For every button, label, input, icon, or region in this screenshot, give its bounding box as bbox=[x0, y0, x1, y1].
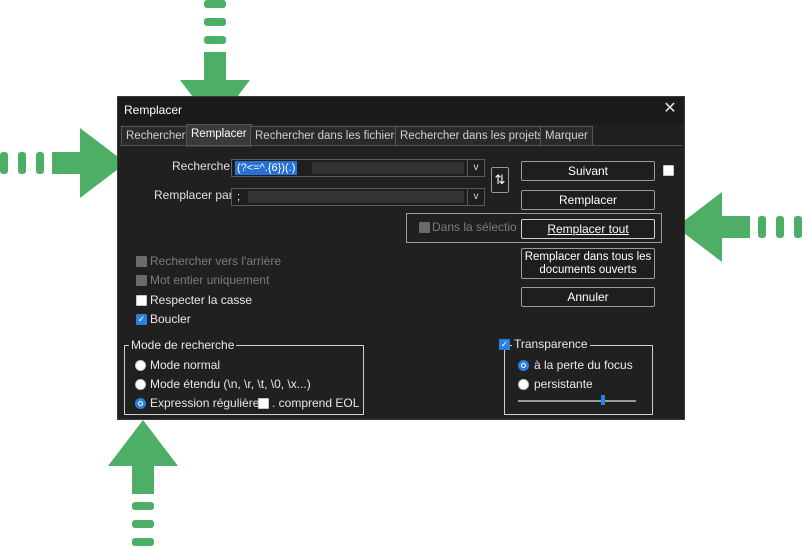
wrap-checkbox[interactable]: ✓ bbox=[136, 314, 147, 325]
transparency-focus-label: à la perte du focus bbox=[534, 358, 633, 372]
search-field-fill bbox=[312, 162, 464, 174]
transparency-slider-track[interactable] bbox=[518, 400, 636, 402]
arrow-top-shaft bbox=[204, 52, 226, 82]
tab-rechercher-projets[interactable]: Rechercher dans les projets bbox=[395, 126, 549, 146]
in-selection-label: Dans la sélectio bbox=[432, 220, 517, 234]
backward-checkbox[interactable] bbox=[136, 256, 147, 267]
arrow-top-dash-1 bbox=[204, 0, 226, 8]
arrow-top-dash-3 bbox=[204, 36, 226, 44]
arrow-bottom-dash-2 bbox=[132, 520, 154, 528]
arrow-right-dash-3 bbox=[794, 216, 802, 238]
transparency-title: Transparence bbox=[512, 337, 590, 351]
arrow-bottom-shaft bbox=[132, 464, 154, 494]
tab-marquer[interactable]: Marquer bbox=[540, 126, 593, 146]
search-mode-title: Mode de recherche bbox=[129, 338, 237, 352]
mode-regex-label: Expression régulière bbox=[150, 396, 260, 410]
backward-label: Rechercher vers l'arrière bbox=[150, 254, 281, 268]
replace-all-docs-button[interactable]: Remplacer dans tous les documents ouvert… bbox=[521, 248, 655, 279]
search-value: (?<=^.{6})(.) bbox=[235, 161, 298, 175]
title-bar[interactable]: Remplacer ✕ bbox=[118, 97, 684, 124]
next-option-checkbox[interactable] bbox=[663, 165, 674, 176]
replace-all-button[interactable]: Remplacer tout bbox=[521, 219, 655, 239]
swap-icon[interactable]: ⇅ bbox=[491, 167, 509, 193]
replace-field[interactable]: ; v bbox=[231, 188, 485, 206]
transparency-always-label: persistante bbox=[534, 377, 593, 391]
transparency-focus-radio[interactable] bbox=[518, 360, 529, 371]
dot-newline-label: . comprend EOL bbox=[272, 396, 360, 410]
tab-rechercher-fichiers[interactable]: Rechercher dans les fichiers bbox=[250, 126, 406, 146]
search-field[interactable]: (?<=^.{6})(.) v bbox=[231, 159, 485, 177]
mode-normal-radio[interactable] bbox=[135, 360, 146, 371]
mode-extended-label: Mode étendu (\n, \r, \t, \0, \x...) bbox=[150, 377, 311, 391]
arrow-left-dash-3 bbox=[36, 152, 44, 174]
arrow-right-dash-1 bbox=[758, 216, 766, 238]
next-button[interactable]: Suivant bbox=[521, 161, 655, 181]
in-selection-checkbox[interactable] bbox=[419, 222, 430, 233]
arrow-right-shaft bbox=[720, 216, 750, 238]
match-case-label: Respecter la casse bbox=[150, 293, 253, 307]
chevron-down-icon[interactable]: v bbox=[467, 189, 484, 205]
arrow-left-dash-2 bbox=[18, 152, 26, 174]
arrow-top-dash-2 bbox=[204, 18, 226, 26]
close-icon[interactable]: ✕ bbox=[660, 99, 680, 119]
tab-rechercher[interactable]: Rechercher bbox=[121, 126, 191, 146]
tab-content: Recherche : (?<=^.{6})(.) v Remplacer pa… bbox=[120, 145, 682, 418]
replace-dialog: Remplacer ✕ Rechercher Remplacer Recherc… bbox=[117, 96, 685, 420]
arrow-left-dash-1 bbox=[0, 152, 8, 174]
mode-regex-radio[interactable] bbox=[135, 398, 146, 409]
arrow-bottom-head bbox=[108, 420, 178, 466]
whole-word-checkbox[interactable] bbox=[136, 275, 147, 286]
cancel-button[interactable]: Annuler bbox=[521, 287, 655, 307]
replace-label: Remplacer par : bbox=[154, 188, 240, 202]
window-title: Remplacer bbox=[124, 103, 183, 117]
arrow-bottom-dash-3 bbox=[132, 538, 154, 546]
transparency-slider-thumb[interactable] bbox=[601, 395, 605, 405]
match-case-checkbox[interactable] bbox=[136, 295, 147, 306]
replace-button[interactable]: Remplacer bbox=[521, 190, 655, 210]
tab-remplacer[interactable]: Remplacer bbox=[186, 124, 252, 147]
replace-field-fill bbox=[248, 191, 464, 203]
arrow-right-dash-2 bbox=[776, 216, 784, 238]
transparency-always-radio[interactable] bbox=[518, 379, 529, 390]
whole-word-label: Mot entier uniquement bbox=[150, 273, 270, 287]
mode-extended-radio[interactable] bbox=[135, 379, 146, 390]
arrow-bottom-dash-1 bbox=[132, 502, 154, 510]
chevron-down-icon[interactable]: v bbox=[467, 160, 484, 176]
wrap-label: Boucler bbox=[150, 312, 191, 326]
mode-normal-label: Mode normal bbox=[150, 358, 221, 372]
replace-value: ; bbox=[237, 191, 241, 203]
search-label: Recherche : bbox=[172, 159, 237, 173]
arrow-left-shaft bbox=[52, 152, 82, 174]
transparency-checkbox[interactable]: ✓ bbox=[499, 339, 510, 350]
replace-all-label: Remplacer tout bbox=[547, 222, 629, 236]
dot-newline-checkbox[interactable] bbox=[258, 398, 269, 409]
